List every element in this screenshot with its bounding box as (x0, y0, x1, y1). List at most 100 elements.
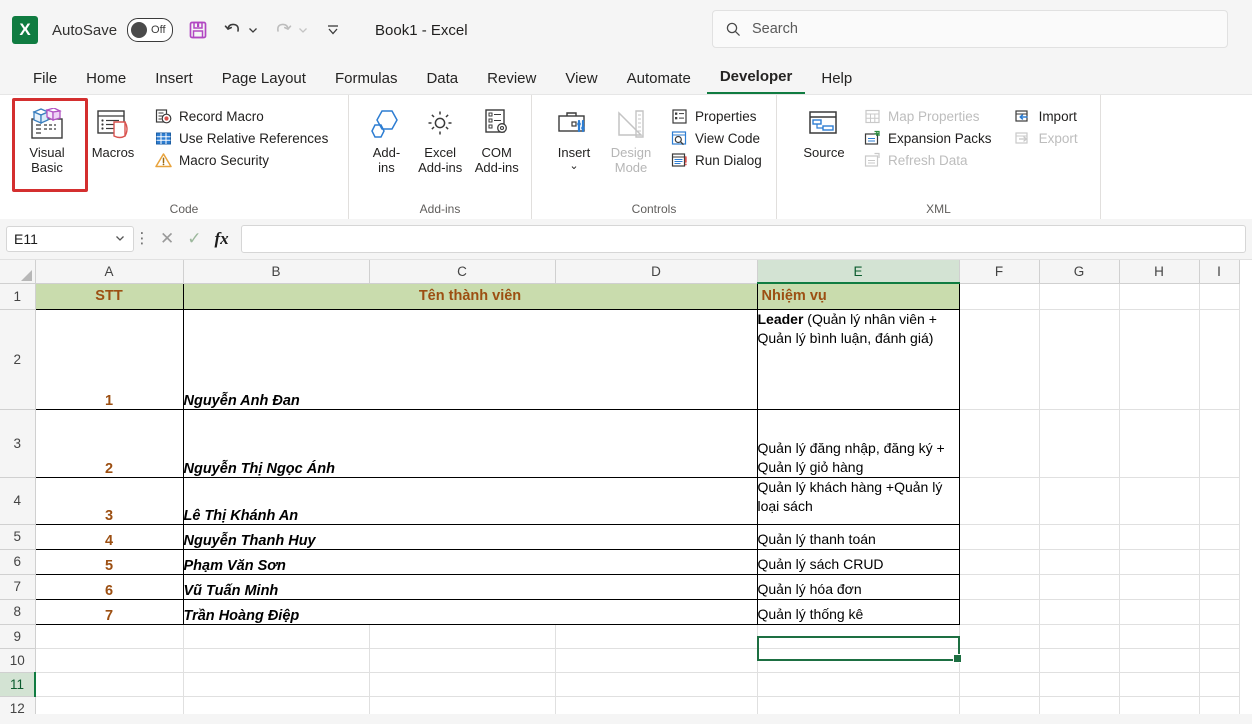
cell-F11[interactable] (959, 672, 1040, 697)
cell-G5[interactable] (1039, 524, 1120, 550)
row-header-10[interactable]: 10 (0, 648, 36, 673)
customize-quick-access-icon[interactable] (325, 22, 341, 38)
row-header-8[interactable]: 8 (0, 599, 36, 625)
column-header-b[interactable]: B (183, 260, 370, 284)
tab-automate[interactable]: Automate (614, 67, 704, 94)
cell-I12[interactable] (1199, 696, 1240, 714)
column-header-a[interactable]: A (35, 260, 184, 284)
cell-E5[interactable]: Quản lý thanh toán (756, 523, 960, 550)
cell-E3[interactable]: Quản lý đăng nhập, đăng ký + Quản lý giỏ… (756, 408, 960, 478)
cell-B9[interactable] (183, 624, 370, 649)
cell-I4[interactable] (1199, 477, 1240, 525)
cell-A2[interactable]: 1 (34, 308, 184, 410)
cell-F3[interactable] (959, 409, 1040, 478)
cell-F4[interactable] (959, 477, 1040, 525)
cell-B5[interactable]: Nguyễn Thanh Huy (182, 523, 758, 550)
cell-C11[interactable] (369, 672, 556, 697)
cell-F5[interactable] (959, 524, 1040, 550)
cell-I2[interactable] (1199, 309, 1240, 410)
column-header-e[interactable]: E (757, 260, 960, 284)
view-code-button[interactable]: View Code (666, 127, 766, 149)
name-box[interactable]: E11 (6, 226, 134, 252)
select-all-corner[interactable] (0, 260, 36, 284)
cell-E1[interactable]: Nhiệm vụ (756, 282, 960, 310)
cell-D9[interactable] (555, 624, 758, 649)
tab-developer[interactable]: Developer (706, 65, 806, 94)
cell-H8[interactable] (1119, 599, 1200, 625)
cell-D11[interactable] (555, 672, 758, 697)
cell-A11[interactable] (35, 672, 184, 697)
row-header-4[interactable]: 4 (0, 477, 36, 525)
cell-G1[interactable] (1039, 283, 1120, 310)
cell-H2[interactable] (1119, 309, 1200, 410)
cell-C10[interactable] (369, 648, 556, 673)
cell-B8[interactable]: Trần Hoàng Điệp (182, 598, 758, 625)
cell-A7[interactable]: 6 (34, 573, 184, 600)
search-box[interactable]: Search (712, 10, 1228, 48)
row-header-11[interactable]: 11 (0, 672, 36, 697)
cell-A5[interactable]: 4 (34, 523, 184, 550)
cell-G2[interactable] (1039, 309, 1120, 410)
cell-E4[interactable]: Quản lý khách hàng +Quản lý loại sách (756, 476, 960, 525)
cell-E7[interactable]: Quản lý hóa đơn (756, 573, 960, 600)
cell-A9[interactable] (35, 624, 184, 649)
cell-C12[interactable] (369, 696, 556, 714)
cell-B6[interactable]: Phạm Văn Sơn (182, 548, 758, 575)
cell-I8[interactable] (1199, 599, 1240, 625)
cell-H6[interactable] (1119, 549, 1200, 575)
cell-H10[interactable] (1119, 648, 1200, 673)
cell-H7[interactable] (1119, 574, 1200, 600)
insert-control-chevron-icon[interactable]: ⌄ (569, 160, 578, 172)
cell-F2[interactable] (959, 309, 1040, 410)
add-ins-button[interactable]: Add- ins (361, 101, 412, 179)
cell-F8[interactable] (959, 599, 1040, 625)
cell-H3[interactable] (1119, 409, 1200, 478)
cell-B4[interactable]: Lê Thị Khánh An (182, 476, 758, 525)
cell-D10[interactable] (555, 648, 758, 673)
cell-G10[interactable] (1039, 648, 1120, 673)
cell-A8[interactable]: 7 (34, 598, 184, 625)
cell-A6[interactable]: 5 (34, 548, 184, 575)
cell-I10[interactable] (1199, 648, 1240, 673)
record-macro-button[interactable]: Record Macro (150, 105, 332, 127)
cell-G11[interactable] (1039, 672, 1120, 697)
cell-H12[interactable] (1119, 696, 1200, 714)
cell-E10[interactable] (757, 648, 960, 673)
tab-page-layout[interactable]: Page Layout (209, 67, 319, 94)
row-header-12[interactable]: 12 (0, 696, 36, 714)
cell-A10[interactable] (35, 648, 184, 673)
vertical-ellipsis-icon[interactable]: ⋮ (134, 231, 150, 246)
import-button[interactable]: Import (1010, 105, 1082, 127)
cell-H9[interactable] (1119, 624, 1200, 649)
save-icon[interactable] (187, 19, 209, 41)
xml-source-button[interactable]: Source (793, 101, 855, 164)
cell-G12[interactable] (1039, 696, 1120, 714)
cell-G3[interactable] (1039, 409, 1120, 478)
row-header-5[interactable]: 5 (0, 524, 36, 550)
cell-H1[interactable] (1119, 283, 1200, 310)
cell-H4[interactable] (1119, 477, 1200, 525)
use-relative-references-button[interactable]: Use Relative References (150, 127, 332, 149)
cell-F10[interactable] (959, 648, 1040, 673)
cell-F7[interactable] (959, 574, 1040, 600)
column-header-f[interactable]: F (959, 260, 1040, 284)
cell-G4[interactable] (1039, 477, 1120, 525)
cell-E12[interactable] (757, 696, 960, 714)
cell-I5[interactable] (1199, 524, 1240, 550)
macros-button[interactable]: Macros (80, 101, 146, 164)
chevron-down-icon[interactable] (114, 231, 126, 247)
cell-E6[interactable]: Quản lý sách CRUD (756, 548, 960, 575)
cell-B7[interactable]: Vũ Tuấn Minh (182, 573, 758, 600)
row-header-7[interactable]: 7 (0, 574, 36, 600)
cell-E9[interactable] (757, 624, 960, 649)
cell-B11[interactable] (183, 672, 370, 697)
cell-F1[interactable] (959, 283, 1040, 310)
visual-basic-button[interactable]: Visual Basic (14, 101, 80, 179)
tab-view[interactable]: View (552, 67, 610, 94)
cell-H5[interactable] (1119, 524, 1200, 550)
cell-I1[interactable] (1199, 283, 1240, 310)
tab-home[interactable]: Home (73, 67, 139, 94)
spreadsheet-grid[interactable]: A B C D E F G H I 1 STT Tên thành viên N… (0, 260, 1252, 714)
cell-B10[interactable] (183, 648, 370, 673)
tab-insert[interactable]: Insert (142, 67, 206, 94)
